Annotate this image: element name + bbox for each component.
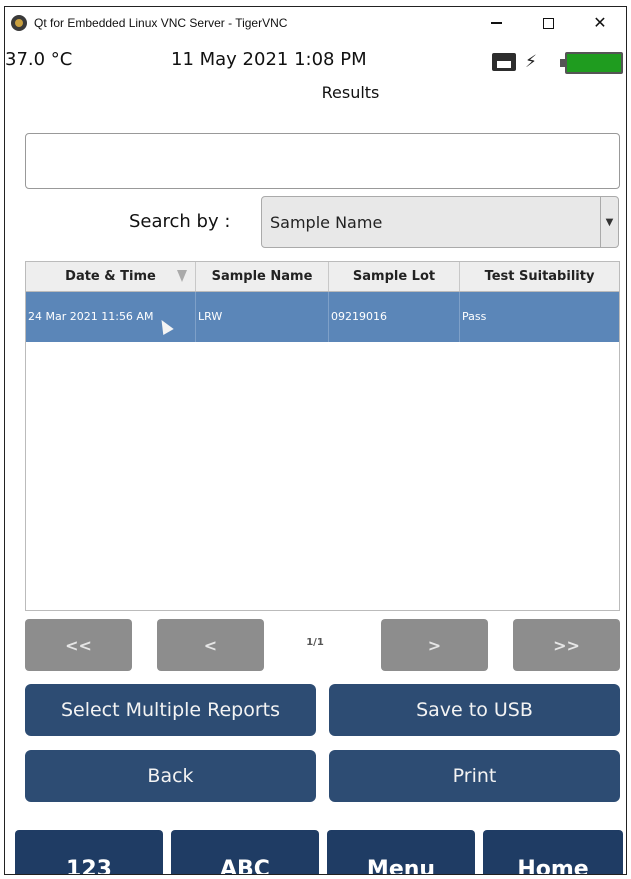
select-multiple-reports-button[interactable]: Select Multiple Reports	[25, 684, 316, 736]
device-screen: 37.0 °C 11 May 2021 1:08 PM Results ⚡ Se…	[5, 39, 626, 874]
plug-icon: ⚡	[525, 52, 537, 72]
column-header-sample-lot[interactable]: Sample Lot	[329, 262, 460, 291]
title-bar: Qt for Embedded Linux VNC Server - Tiger…	[5, 7, 626, 39]
chevron-down-icon[interactable]: ▼	[600, 197, 618, 247]
battery-icon	[560, 52, 623, 74]
printer-icon	[492, 53, 516, 71]
column-header-label: Sample Name	[211, 269, 313, 284]
print-button[interactable]: Print	[329, 750, 620, 802]
minimize-icon	[490, 22, 502, 24]
table-header: Date & Time Sample Name Sample Lot Test …	[26, 262, 619, 292]
last-page-button[interactable]: >>	[513, 619, 620, 671]
window-title: Qt for Embedded Linux VNC Server - Tiger…	[34, 16, 288, 30]
datetime-readout: 11 May 2021 1:08 PM	[171, 49, 367, 70]
save-to-usb-button[interactable]: Save to USB	[329, 684, 620, 736]
alpha-keyboard-button[interactable]: ABC	[171, 830, 319, 874]
close-button[interactable]: ✕	[574, 7, 626, 39]
maximize-button[interactable]	[522, 7, 574, 39]
results-table: Date & Time Sample Name Sample Lot Test …	[25, 261, 620, 611]
maximize-icon	[542, 17, 554, 29]
column-header-test-suitability[interactable]: Test Suitability	[460, 262, 619, 291]
table-row[interactable]: 24 Mar 2021 11:56 AM LRW 09219016 Pass	[26, 292, 619, 342]
cell-date-time: 24 Mar 2021 11:56 AM	[26, 292, 196, 342]
menu-button[interactable]: Menu	[327, 830, 475, 874]
column-header-label: Sample Lot	[352, 269, 436, 284]
sort-icon	[177, 270, 187, 282]
search-by-selected: Sample Name	[270, 212, 383, 232]
cell-sample-name: LRW	[196, 292, 329, 342]
tigervnc-app-icon	[11, 15, 27, 31]
temperature-readout: 37.0 °C	[5, 49, 73, 70]
column-header-label: Date & Time	[65, 269, 156, 284]
column-header-date-time[interactable]: Date & Time	[26, 262, 196, 291]
column-header-sample-name[interactable]: Sample Name	[196, 262, 329, 291]
next-page-button[interactable]: >	[381, 619, 488, 671]
numeric-keyboard-button[interactable]: 123	[15, 830, 163, 874]
minimize-button[interactable]	[470, 7, 522, 39]
previous-page-button[interactable]: <	[157, 619, 264, 671]
column-header-label: Test Suitability	[484, 269, 595, 284]
search-by-dropdown[interactable]: Sample Name ▼	[261, 196, 619, 248]
screen-title: Results	[321, 83, 380, 102]
search-by-label: Search by :	[129, 211, 231, 232]
first-page-button[interactable]: <<	[25, 619, 132, 671]
close-icon: ✕	[593, 15, 607, 32]
page-indicator: 1/1	[306, 637, 324, 648]
cell-sample-lot: 09219016	[329, 292, 460, 342]
search-input[interactable]	[25, 133, 620, 189]
home-button[interactable]: Home	[483, 830, 623, 874]
back-button[interactable]: Back	[25, 750, 316, 802]
vnc-window: Qt for Embedded Linux VNC Server - Tiger…	[4, 6, 627, 875]
cell-test-suitability: Pass	[462, 310, 487, 323]
